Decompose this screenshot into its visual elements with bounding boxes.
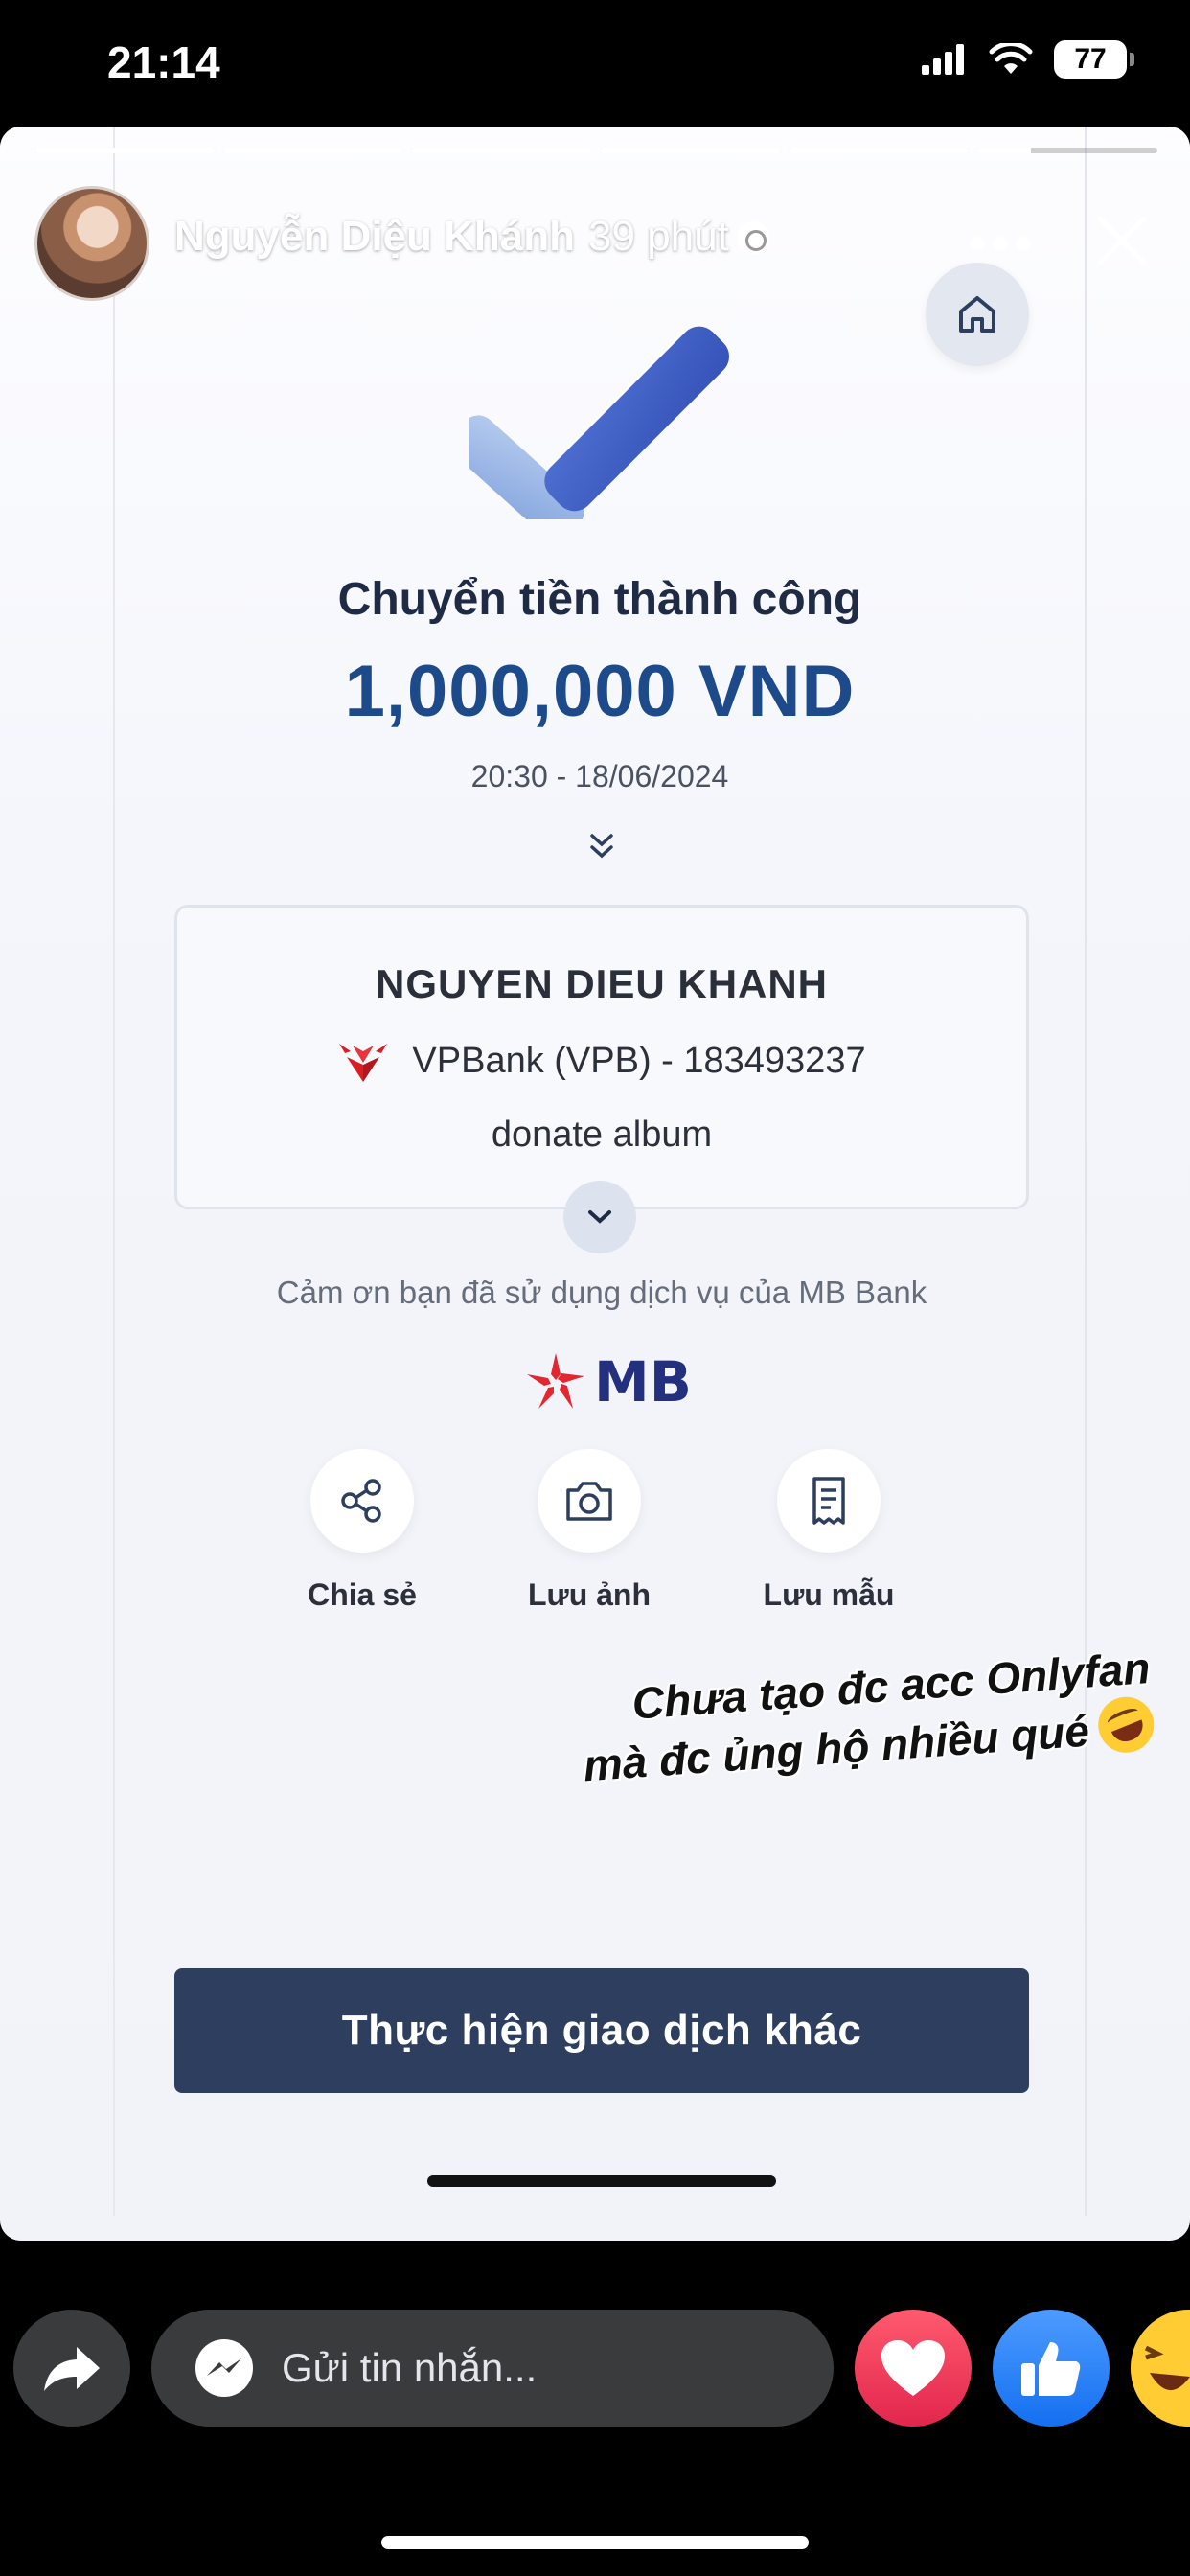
success-check-icon <box>469 326 730 519</box>
thumbs-up-icon <box>1021 2342 1081 2396</box>
message-input[interactable]: Gửi tin nhắn... <box>151 2310 834 2426</box>
share-icon <box>341 1479 381 1523</box>
like-reaction-button[interactable] <box>993 2310 1110 2426</box>
frame-edge-right <box>1085 126 1087 2216</box>
avatar[interactable] <box>34 186 149 301</box>
bank-account-text: VPBank (VPB) - 183493237 <box>412 1041 866 1081</box>
save-template-label: Lưu mẫu <box>763 1577 895 1612</box>
status-icons: 77 <box>922 40 1134 79</box>
author-line: Nguyễn Diệu Khánh 39 phút <box>174 213 769 261</box>
bank-account-line: VPBank (VPB) - 183493237 <box>177 1038 1026 1082</box>
story-header: Nguyễn Diệu Khánh 39 phút <box>34 186 1157 305</box>
message-placeholder: Gửi tin nhắn... <box>282 2345 538 2390</box>
story-image: Chuyển tiền thành công 1,000,000 VND 20:… <box>0 126 1190 2241</box>
camera-icon <box>566 1482 612 1521</box>
frame-edge-left <box>113 126 115 2216</box>
screenshot-home-indicator <box>427 2175 776 2187</box>
thank-you-text: Cảm ơn bạn đã sử dụng dịch vụ của MB Ban… <box>276 1275 927 1310</box>
story-progress <box>34 148 1158 153</box>
mb-star-icon <box>527 1353 584 1409</box>
messenger-icon <box>195 2339 253 2397</box>
save-image-action: Lưu ảnh <box>484 1449 695 1613</box>
wifi-icon <box>989 43 1033 74</box>
double-chevron-down-icon <box>590 834 613 859</box>
close-icon[interactable] <box>1088 207 1156 274</box>
battery-indicator: 77 <box>1054 40 1134 79</box>
receipt-icon <box>812 1477 845 1525</box>
progress-segment <box>600 148 781 153</box>
recipient-name: NGUYEN DIEU KHANH <box>375 961 829 1006</box>
post-time: 39 phút <box>588 213 729 260</box>
story-reply-bar: Gửi tin nhắn... <box>0 2310 1190 2444</box>
transfer-datetime: 20:30 - 18/06/2024 <box>470 759 729 794</box>
dot-icon <box>994 237 1007 250</box>
globe-icon <box>736 221 769 254</box>
chevron-down-icon <box>588 1210 611 1224</box>
share-action-button <box>310 1449 414 1552</box>
progress-segment <box>222 148 404 153</box>
progress-segment <box>34 148 216 153</box>
share-action-label: Chia sẻ <box>308 1577 417 1612</box>
save-image-label: Lưu ảnh <box>527 1577 652 1612</box>
more-options-button[interactable] <box>962 215 1039 272</box>
home-indicator <box>381 2536 809 2549</box>
story-viewer[interactable]: Chuyển tiền thành công 1,000,000 VND 20:… <box>0 126 1190 2241</box>
expand-details-button <box>563 1181 636 1254</box>
share-button[interactable] <box>13 2310 130 2426</box>
progress-segment <box>976 148 1158 153</box>
laughing-face-icon <box>1131 2310 1190 2426</box>
save-template-button <box>777 1449 881 1552</box>
transfer-memo: donate album <box>491 1115 713 1155</box>
author-name[interactable]: Nguyễn Diệu Khánh <box>174 213 575 260</box>
share-action: Chia sẻ <box>257 1449 468 1613</box>
rofl-emoji-icon <box>1089 1689 1163 1761</box>
status-time: 21:14 <box>107 37 220 87</box>
success-title: Chuyển tiền thành công <box>337 574 862 625</box>
haha-reaction-button[interactable] <box>1131 2310 1190 2426</box>
receipt-actions: Chia sẻ Lưu ảnh Lưu mẫu <box>0 1449 1190 1660</box>
dot-icon <box>1017 237 1030 250</box>
status-bar: 21:14 77 <box>0 0 1190 125</box>
progress-segment <box>411 148 593 153</box>
vpbank-logo-icon <box>339 1044 388 1082</box>
progress-segment <box>788 148 970 153</box>
share-arrow-icon <box>44 2347 100 2391</box>
recipient-card: NGUYEN DIEU KHANH VPBank (VPB) - 1834932… <box>174 905 1029 1209</box>
signal-icon <box>922 44 964 75</box>
love-reaction-button[interactable] <box>855 2310 972 2426</box>
save-image-button <box>538 1449 641 1552</box>
save-template-action: Lưu mẫu <box>723 1449 934 1613</box>
mb-brand-text: MB <box>594 1349 692 1414</box>
dot-icon <box>971 237 984 250</box>
transfer-amount: 1,000,000 VND <box>344 651 856 732</box>
story-caption: Chưa tạo đc acc Onlyfan mà đc ủng hộ nhi… <box>422 1640 1163 1805</box>
mb-bank-logo: MB <box>525 1344 692 1420</box>
heart-icon <box>881 2340 945 2396</box>
new-transaction-button: Thực hiện giao dịch khác <box>174 1968 1029 2093</box>
